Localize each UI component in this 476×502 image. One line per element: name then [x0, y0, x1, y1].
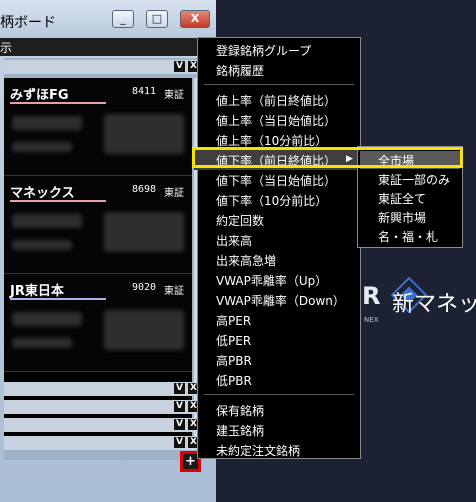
- menu-item-vwap-down[interactable]: VWAP乖離率（Down）: [216, 292, 345, 309]
- menu-item-rise-open[interactable]: 値上率（当日始値比）: [216, 112, 336, 129]
- menu-item-open-orders[interactable]: 未約定注文銘柄: [216, 442, 300, 459]
- stock-market: 東証: [164, 188, 184, 199]
- stock-name: マネックス: [10, 186, 75, 201]
- menu-item-high-per[interactable]: 高PER: [216, 312, 251, 329]
- blurred-detail: [12, 142, 72, 152]
- menu-item-volume[interactable]: 出来高: [216, 232, 252, 249]
- logo-mark: R: [362, 282, 381, 310]
- menu-item-trade-count[interactable]: 約定回数: [216, 212, 264, 229]
- stock-code: 8411: [132, 86, 157, 97]
- menu-item-volume-surge[interactable]: 出来高急増: [216, 252, 276, 269]
- close-button[interactable]: X: [180, 10, 210, 28]
- menu-item-positions[interactable]: 建玉銘柄: [216, 422, 264, 439]
- expand-panel-button[interactable]: V: [174, 61, 185, 72]
- empty-panel-bar: V X: [4, 382, 205, 396]
- stock-board-window: 柄ボード _ □ X 示 V X みずほFG 8411 東証 マネックス 869…: [0, 0, 216, 502]
- expand-panel-button[interactable]: V: [174, 437, 185, 448]
- menu-item-fall-open[interactable]: 値下率（当日始値比）: [216, 172, 336, 189]
- menu-item-vwap-up[interactable]: VWAP乖離率（Up）: [216, 272, 327, 289]
- panel-area: V X みずほFG 8411 東証 マネックス 8698 東証 JR東日本 90…: [4, 58, 205, 460]
- stock-underline: [10, 200, 106, 202]
- highlight-annotation-box: [192, 147, 463, 168]
- window-title: 柄ボード: [0, 15, 56, 31]
- blurred-detail: [12, 338, 72, 348]
- menu-item-low-pbr[interactable]: 低PBR: [216, 372, 252, 389]
- menu-bar: 示: [0, 38, 210, 56]
- blurred-chart: [104, 310, 184, 350]
- menu-separator: [204, 394, 354, 395]
- stock-underline: [10, 102, 106, 104]
- logo-small-text: NEX: [364, 316, 379, 324]
- expand-panel-button[interactable]: V: [174, 419, 185, 430]
- blurred-price: [12, 116, 82, 130]
- menu-separator: [204, 84, 354, 85]
- minimize-button[interactable]: _: [112, 10, 134, 28]
- empty-panel-bar: V X: [4, 436, 205, 450]
- stock-name: みずほFG: [10, 88, 69, 103]
- stock-market: 東証: [164, 286, 184, 297]
- panel-header-bar: V X: [4, 60, 205, 74]
- blurred-price: [12, 214, 82, 228]
- blurred-detail: [12, 240, 72, 250]
- title-bar[interactable]: 柄ボード _ □ X: [0, 0, 216, 38]
- menu-bar-text[interactable]: 示: [0, 39, 12, 56]
- empty-panel-bar: V X: [4, 400, 205, 414]
- menu-item-high-pbr[interactable]: 高PBR: [216, 352, 252, 369]
- submenu-item-tse1[interactable]: 東証一部のみ: [378, 171, 450, 188]
- menu-item-rise-prev-close[interactable]: 値上率（前日終値比）: [216, 92, 336, 109]
- maximize-button[interactable]: □: [146, 10, 168, 28]
- menu-item-low-per[interactable]: 低PER: [216, 332, 251, 349]
- blurred-price: [12, 312, 82, 326]
- menu-item-history[interactable]: 銘柄履歴: [216, 62, 264, 79]
- submenu-item-tse-all[interactable]: 東証全て: [378, 190, 426, 207]
- menu-item-registered-group[interactable]: 登録銘柄グループ: [216, 42, 311, 59]
- submenu-item-emerging[interactable]: 新興市場: [378, 209, 426, 226]
- stock-panel[interactable]: JR東日本 9020 東証: [4, 274, 192, 372]
- blurred-chart: [104, 212, 184, 252]
- stock-code: 8698: [132, 184, 157, 195]
- submenu-item-regional[interactable]: 名・福・札: [378, 228, 438, 245]
- expand-panel-button[interactable]: V: [174, 401, 185, 412]
- stock-underline: [10, 298, 106, 300]
- logo-text: 新マネッ: [392, 292, 476, 317]
- stock-panel[interactable]: マネックス 8698 東証: [4, 176, 192, 274]
- stock-name: JR東日本: [10, 284, 64, 299]
- stock-panel[interactable]: みずほFG 8411 東証: [4, 78, 192, 176]
- menu-item-holdings[interactable]: 保有銘柄: [216, 402, 264, 419]
- blurred-chart: [104, 114, 184, 154]
- menu-item-fall-10min[interactable]: 値下率（10分前比）: [216, 192, 327, 209]
- context-menu: 登録銘柄グループ 銘柄履歴 値上率（前日終値比） 値上率（当日始値比） 値上率（…: [194, 37, 361, 459]
- expand-panel-button[interactable]: V: [174, 383, 185, 394]
- empty-panel-bar: V X: [4, 418, 205, 432]
- stock-code: 9020: [132, 282, 157, 293]
- stock-market: 東証: [164, 90, 184, 101]
